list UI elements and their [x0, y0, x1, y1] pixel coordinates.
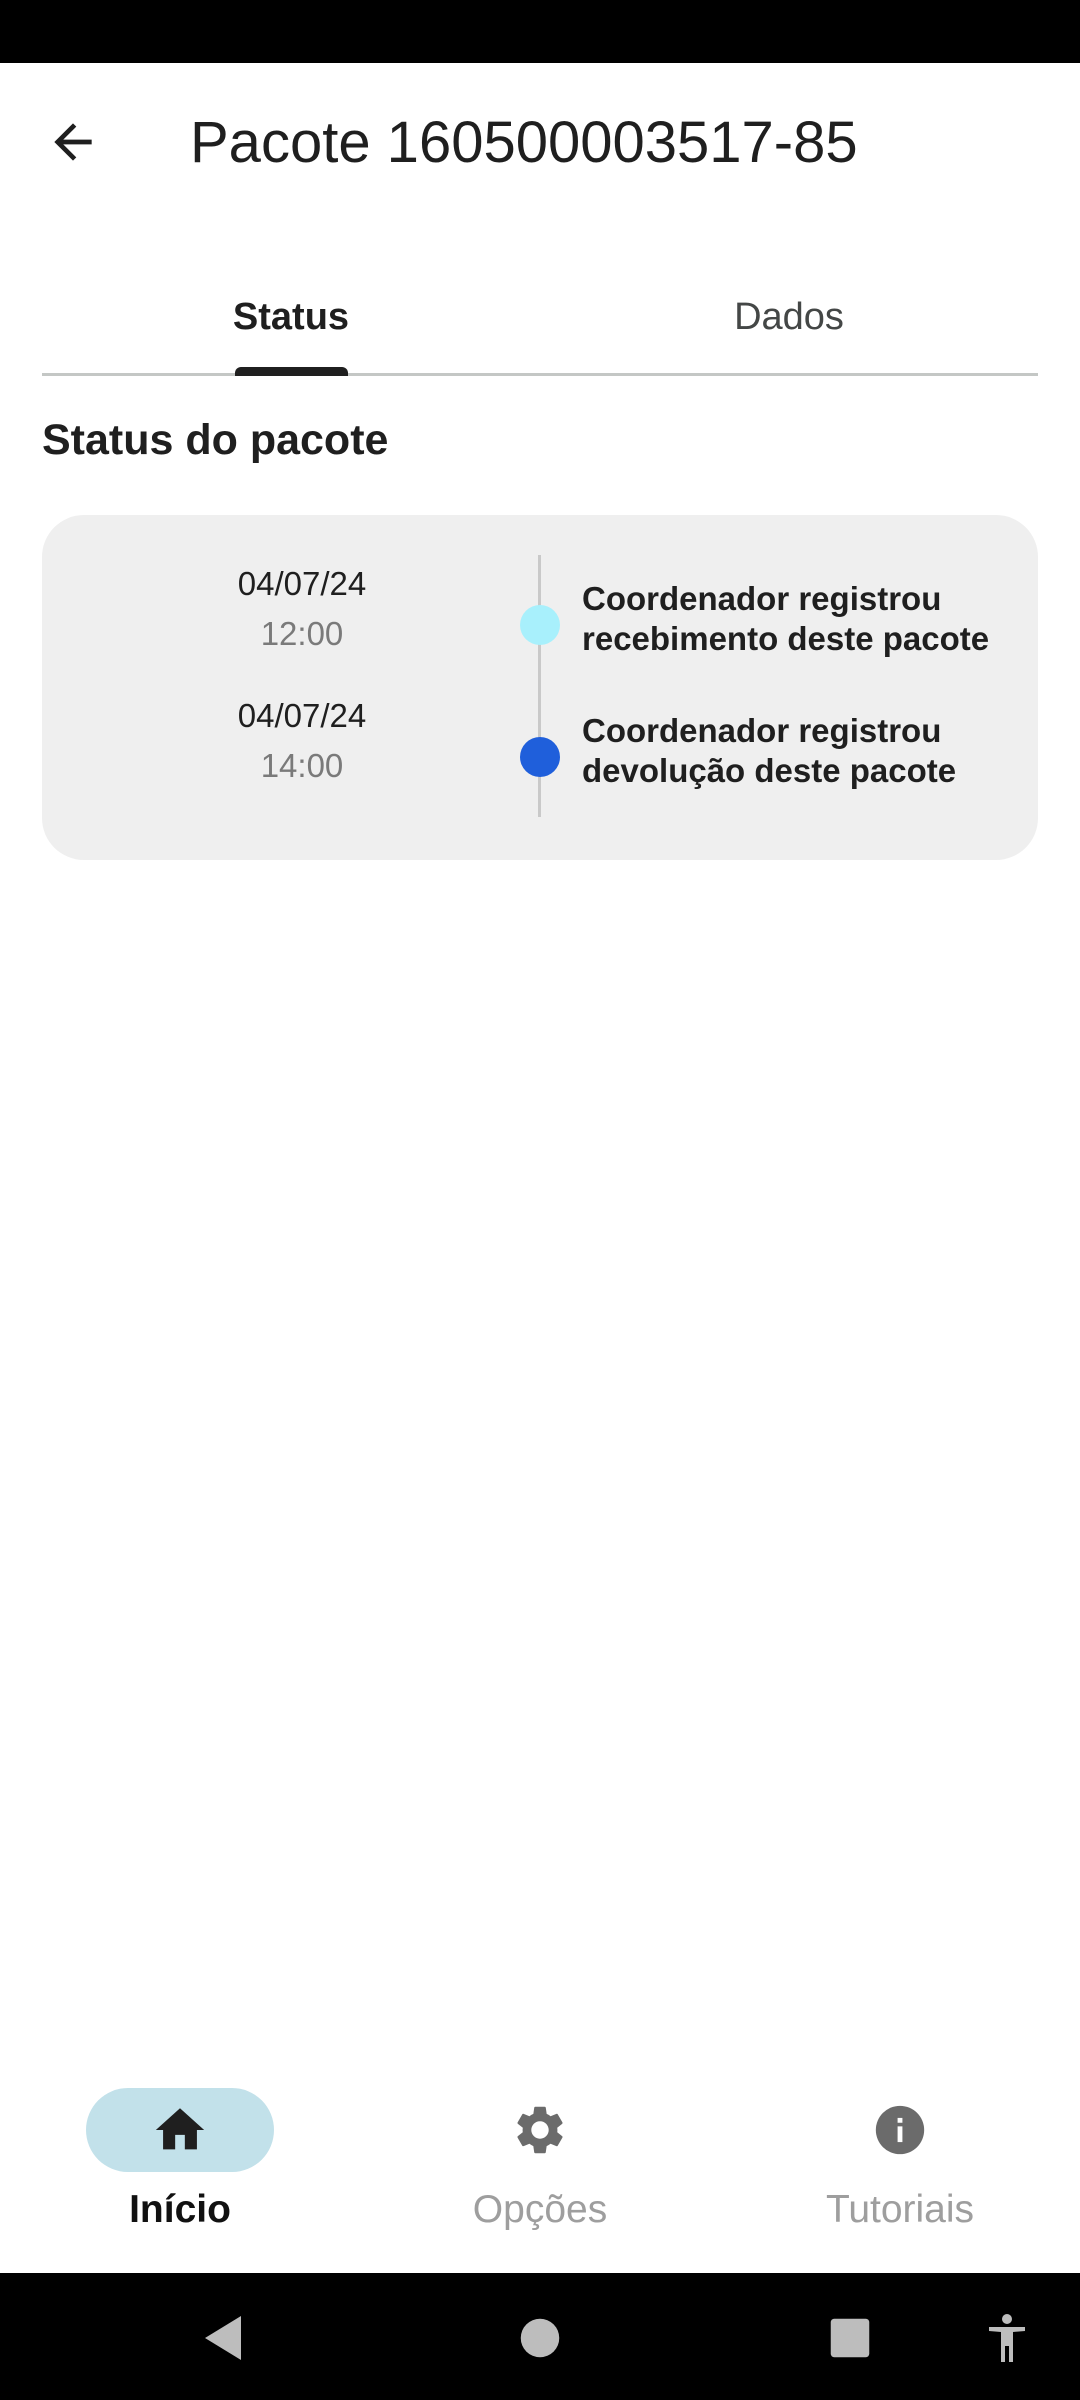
event-description: Coordenador registrou devolução deste pa…: [582, 712, 957, 789]
timeline-event: 04/07/24 12:00 Coordenador registrou rec…: [42, 565, 1038, 685]
accessibility-icon: [989, 2314, 1025, 2362]
timeline-dot: [520, 605, 560, 645]
arrow-left-icon: [54, 123, 92, 161]
status-bar: [0, 0, 1080, 63]
status-timeline-card: 04/07/24 12:00 Coordenador registrou rec…: [42, 515, 1038, 860]
home-circle-icon: [520, 2318, 560, 2358]
recents-icon: [830, 2318, 870, 2358]
tab-dados[interactable]: Dados: [540, 258, 1038, 376]
page-title: Pacote 160500003517-85: [190, 110, 858, 175]
tab-status-label: Status: [232, 295, 350, 338]
tab-indicator: [235, 367, 348, 376]
nav-item-tutoriais[interactable]: Tutoriais: [750, 2088, 1050, 2258]
bottom-navigation: Início Opções Tutoriais: [0, 2060, 1080, 2273]
info-icon: [868, 2098, 932, 2162]
system-back-button[interactable]: [190, 2303, 260, 2373]
system-home-button[interactable]: [505, 2303, 575, 2373]
event-date: 04/07/24: [237, 565, 367, 602]
timeline-event: 04/07/24 14:00 Coordenador registrou dev…: [42, 697, 1038, 817]
nav-item-opcoes[interactable]: Opções: [390, 2088, 690, 2258]
event-time: 14:00: [260, 747, 344, 784]
gear-icon: [508, 2098, 572, 2162]
home-icon: [148, 2098, 212, 2162]
tab-status[interactable]: Status: [42, 258, 540, 376]
nav-label: Tutoriais: [825, 2188, 975, 2231]
system-accessibility-button[interactable]: [972, 2303, 1042, 2373]
event-date: 04/07/24: [237, 697, 367, 734]
event-time: 12:00: [260, 615, 344, 652]
tab-dados-label: Dados: [734, 295, 844, 338]
nav-item-inicio[interactable]: Início: [30, 2088, 330, 2258]
back-button[interactable]: [30, 99, 116, 185]
nav-label: Opções: [472, 2188, 608, 2231]
section-title: Status do pacote: [42, 416, 389, 464]
timeline-dot: [520, 737, 560, 777]
system-navigation-bar: [0, 2273, 1080, 2400]
back-icon: [205, 2316, 241, 2360]
tab-bar: Status Dados: [42, 258, 1038, 376]
nav-label: Início: [129, 2188, 231, 2231]
system-recents-button[interactable]: [815, 2303, 885, 2373]
event-description: Coordenador registrou recebimento deste …: [582, 580, 990, 657]
app-bar: Pacote 160500003517-85: [0, 63, 1080, 213]
